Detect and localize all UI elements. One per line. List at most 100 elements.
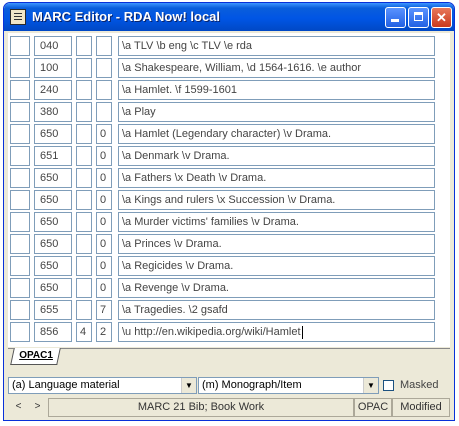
window-title: MARC Editor - RDA Now! local — [32, 9, 221, 24]
tag-field[interactable]: 650 — [34, 234, 72, 254]
data-field[interactable]: \a Kings and rulers \x Succession \v Dra… — [118, 190, 435, 210]
indicator2-field[interactable]: 0 — [96, 146, 112, 166]
row-selector[interactable] — [10, 212, 30, 232]
indicator1-field[interactable]: 4 — [76, 322, 92, 342]
indicator2-field[interactable] — [96, 102, 112, 122]
indicator1-field[interactable] — [76, 234, 92, 254]
minimize-button[interactable] — [385, 7, 406, 28]
indicator1-field[interactable] — [76, 168, 92, 188]
indicator1-field[interactable] — [76, 256, 92, 276]
app-icon[interactable] — [10, 9, 26, 25]
data-field[interactable]: \a Play — [118, 102, 435, 122]
indicator1-field[interactable] — [76, 124, 92, 144]
masked-checkbox[interactable] — [383, 380, 394, 391]
indicator2-field[interactable]: 2 — [96, 322, 112, 342]
tab-opac1[interactable]: OPAC1 — [10, 348, 61, 365]
data-field[interactable]: \a Regicides \v Drama. — [118, 256, 435, 276]
indicator1-field[interactable] — [76, 80, 92, 100]
data-field-active[interactable]: \u http://en.wikipedia.org/wiki/Hamlet — [118, 322, 435, 342]
row-selector[interactable] — [10, 234, 30, 254]
modified-status: Modified — [392, 398, 450, 417]
indicator1-field[interactable] — [76, 190, 92, 210]
tag-field[interactable]: 856 — [34, 322, 72, 342]
chevron-down-icon[interactable]: ▼ — [363, 378, 378, 393]
minimize-icon — [391, 19, 399, 22]
indicator1-field[interactable] — [76, 58, 92, 78]
indicator2-field[interactable]: 0 — [96, 168, 112, 188]
data-field[interactable]: \a Tragedies. \2 gsafd — [118, 300, 435, 320]
data-field[interactable]: \a Hamlet. \f 1599-1601 — [118, 80, 435, 100]
tag-field[interactable]: 240 — [34, 80, 72, 100]
tag-field[interactable]: 650 — [34, 124, 72, 144]
indicator1-field[interactable] — [76, 278, 92, 298]
indicator2-field[interactable] — [96, 80, 112, 100]
indicator2-field[interactable]: 0 — [96, 256, 112, 276]
indicator2-field[interactable]: 0 — [96, 124, 112, 144]
view-status: OPAC — [354, 398, 392, 417]
maximize-button[interactable] — [408, 7, 429, 28]
indicator2-field[interactable]: 7 — [96, 300, 112, 320]
tag-field[interactable]: 650 — [34, 168, 72, 188]
tag-field[interactable]: 655 — [34, 300, 72, 320]
indicator1-field[interactable] — [76, 212, 92, 232]
indicator2-field[interactable] — [96, 36, 112, 56]
data-field[interactable]: \a TLV \b eng \c TLV \e rda — [118, 36, 435, 56]
indicator2-field[interactable]: 0 — [96, 190, 112, 210]
indicator1-field[interactable] — [76, 146, 92, 166]
field-row: 650 0 \a Murder victims' families \v Dra… — [8, 212, 450, 232]
bib-level-value: (m) Monograph/Item — [202, 379, 302, 391]
row-selector[interactable] — [10, 124, 30, 144]
row-selector[interactable] — [10, 80, 30, 100]
tag-field[interactable]: 380 — [34, 102, 72, 122]
data-field[interactable]: \a Denmark \v Drama. — [118, 146, 435, 166]
marc-editor-window: MARC Editor - RDA Now! local ✕ 040 \a TL… — [3, 2, 455, 421]
row-selector[interactable] — [10, 168, 30, 188]
text-caret — [301, 325, 303, 339]
indicator1-field[interactable] — [76, 300, 92, 320]
indicator2-field[interactable] — [96, 58, 112, 78]
indicator2-field[interactable]: 0 — [96, 212, 112, 232]
row-selector[interactable] — [10, 278, 30, 298]
close-button[interactable]: ✕ — [431, 7, 452, 28]
row-selector[interactable] — [10, 190, 30, 210]
indicator2-field[interactable]: 0 — [96, 234, 112, 254]
row-selector[interactable] — [10, 36, 30, 56]
tab-strip: OPAC1 — [8, 347, 450, 374]
row-selector[interactable] — [10, 102, 30, 122]
row-selector[interactable] — [10, 300, 30, 320]
next-record-button[interactable]: > — [30, 400, 45, 415]
tab-divider — [8, 348, 450, 349]
field-row: 651 0 \a Denmark \v Drama. — [8, 146, 450, 166]
field-row: 856 4 2 \u http://en.wikipedia.org/wiki/… — [8, 322, 450, 342]
tag-field[interactable]: 650 — [34, 190, 72, 210]
field-row: 650 0 \a Regicides \v Drama. — [8, 256, 450, 276]
tag-field[interactable]: 650 — [34, 212, 72, 232]
indicator2-field[interactable]: 0 — [96, 278, 112, 298]
field-row: 650 0 \a Hamlet (Legendary character) \v… — [8, 124, 450, 144]
data-field[interactable]: \a Princes \v Drama. — [118, 234, 435, 254]
tag-field[interactable]: 651 — [34, 146, 72, 166]
row-selector[interactable] — [10, 58, 30, 78]
field-row: 650 0 \a Revenge \v Drama. — [8, 278, 450, 298]
indicator1-field[interactable] — [76, 36, 92, 56]
row-selector[interactable] — [10, 146, 30, 166]
previous-record-button[interactable]: < — [11, 400, 26, 415]
tag-field[interactable]: 650 — [34, 278, 72, 298]
data-field[interactable]: \a Murder victims' families \v Drama. — [118, 212, 435, 232]
bib-level-select[interactable]: (m) Monograph/Item ▼ — [198, 377, 379, 394]
field-row: 650 0 \a Princes \v Drama. — [8, 234, 450, 254]
title-bar[interactable]: MARC Editor - RDA Now! local ✕ — [4, 3, 454, 31]
tag-field[interactable]: 100 — [34, 58, 72, 78]
chevron-down-icon[interactable]: ▼ — [181, 378, 196, 393]
row-selector[interactable] — [10, 322, 30, 342]
data-field[interactable]: \a Fathers \x Death \v Drama. — [118, 168, 435, 188]
data-field[interactable]: \a Shakespeare, William, \d 1564-1616. \… — [118, 58, 435, 78]
close-icon: ✕ — [436, 10, 447, 25]
tag-field[interactable]: 650 — [34, 256, 72, 276]
indicator1-field[interactable] — [76, 102, 92, 122]
data-field[interactable]: \a Hamlet (Legendary character) \v Drama… — [118, 124, 435, 144]
material-type-select[interactable]: (a) Language material ▼ — [8, 377, 197, 394]
row-selector[interactable] — [10, 256, 30, 276]
tag-field[interactable]: 040 — [34, 36, 72, 56]
data-field[interactable]: \a Revenge \v Drama. — [118, 278, 435, 298]
